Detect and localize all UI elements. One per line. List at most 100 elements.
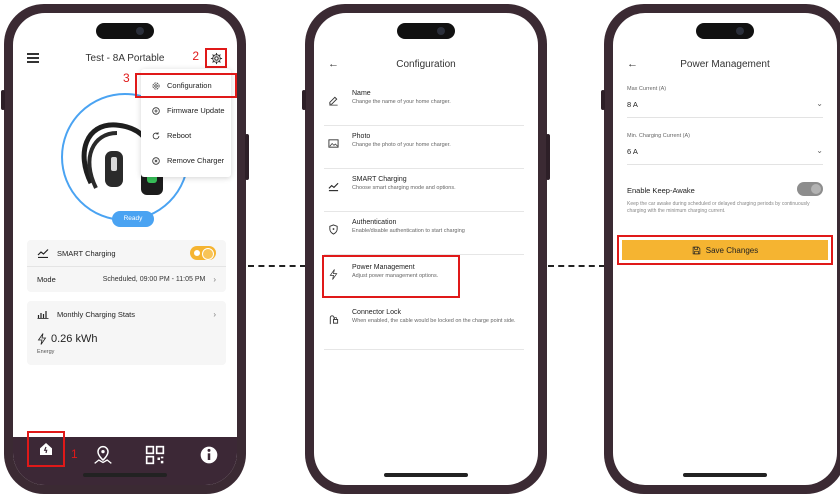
shield-icon xyxy=(329,224,338,235)
home-icon xyxy=(40,443,52,455)
config-item-subtitle: Choose smart charging mode and options. xyxy=(352,185,456,191)
keep-awake-label: Enable Keep-Awake xyxy=(627,186,695,195)
save-changes-button[interactable]: Save Changes xyxy=(622,240,828,260)
min-current-select[interactable]: 6 A ⌄ xyxy=(627,146,823,165)
dynamic-island xyxy=(696,23,754,39)
min-current-field[interactable]: Min. Charging Current (A) 6 A ⌄ xyxy=(627,133,823,165)
step-number-3: 3 xyxy=(123,71,130,85)
home-indicator xyxy=(683,473,767,477)
monthly-stats-row[interactable]: Monthly Charging Stats › xyxy=(27,301,226,327)
config-item-title: Connector Lock xyxy=(352,309,402,316)
config-item-subtitle: Change the photo of your home charger. xyxy=(352,142,451,148)
config-item-smart-charging[interactable]: SMART Charging Choose smart charging mod… xyxy=(324,169,524,212)
mode-value: Scheduled, 09:00 PM - 11:05 PM xyxy=(102,276,206,283)
max-current-select[interactable]: 8 A ⌄ xyxy=(627,99,823,118)
smart-charging-card: SMART Charging Mode Scheduled, 09:00 PM … xyxy=(27,240,226,292)
status-badge: Ready xyxy=(112,211,154,227)
config-item-title: Authentication xyxy=(352,219,397,226)
config-item-connector-lock[interactable]: Connector Lock When enabled, the cable w… xyxy=(324,302,524,350)
lightning-icon xyxy=(37,333,47,345)
page-title: Power Management xyxy=(680,59,770,70)
energy-value-row: 0.26 kWh xyxy=(27,327,226,345)
menu-item-configuration[interactable]: Configuration xyxy=(135,73,237,98)
smart-charging-icon xyxy=(37,249,49,258)
min-current-value: 6 A xyxy=(627,147,638,156)
menu-item-label: Remove Charger xyxy=(167,156,225,165)
config-item-subtitle: Enable/disable authentication to start c… xyxy=(352,228,465,234)
gear-icon xyxy=(152,81,160,90)
connector-line-right xyxy=(548,265,605,267)
min-current-label: Min. Charging Current (A) xyxy=(627,133,690,139)
step-number-2: 2 xyxy=(192,49,199,63)
config-item-name[interactable]: Name Change the name of your home charge… xyxy=(324,83,524,126)
chevron-right-icon: › xyxy=(213,275,216,284)
chevron-down-icon: ⌄ xyxy=(816,146,823,155)
configuration-list: Name Change the name of your home charge… xyxy=(322,83,524,350)
dynamic-island xyxy=(397,23,455,39)
gear-icon xyxy=(210,52,222,64)
smart-charging-toggle[interactable] xyxy=(190,246,216,260)
config-item-power-management[interactable]: Power Management Adjust power management… xyxy=(322,255,460,298)
keep-awake-toggle[interactable] xyxy=(797,182,823,196)
dynamic-island xyxy=(96,23,154,39)
phone-configuration: ← Configuration Name Change the name of … xyxy=(302,4,550,494)
smart-charging-icon xyxy=(328,182,339,192)
connector-line-left xyxy=(248,265,306,267)
max-current-value: 8 A xyxy=(627,100,638,109)
settings-dropdown: Configuration Firmware Update Reboot Rem… xyxy=(135,69,237,177)
chevron-right-icon: › xyxy=(213,309,216,319)
config-item-title: Photo xyxy=(352,133,371,140)
connector-lock-icon xyxy=(329,315,339,325)
mode-row[interactable]: Mode Scheduled, 09:00 PM - 11:05 PM › xyxy=(27,266,226,292)
firmware-icon xyxy=(152,106,160,115)
reboot-icon xyxy=(152,131,160,139)
menu-item-label: Firmware Update xyxy=(167,106,225,115)
configuration-screen: ← Configuration Name Change the name of … xyxy=(314,13,538,485)
monthly-stats-title: Monthly Charging Stats xyxy=(57,309,135,319)
smart-charging-row: SMART Charging xyxy=(27,240,226,266)
page-title: Configuration xyxy=(396,59,456,70)
menu-item-remove-charger[interactable]: Remove Charger xyxy=(141,148,231,173)
home-indicator xyxy=(384,473,468,477)
config-item-subtitle: Adjust power management options. xyxy=(352,273,439,279)
menu-item-label: Reboot xyxy=(167,131,192,140)
config-item-title: Power Management xyxy=(352,264,415,271)
lightning-icon xyxy=(329,269,338,280)
qr-code-icon[interactable] xyxy=(145,445,165,465)
phone-power-management: ← Power Management Max Current (A) 8 A ⌄… xyxy=(601,4,840,494)
power-management-header: ← Power Management xyxy=(613,58,837,74)
charger-title: Test - 8A Portable xyxy=(85,53,165,64)
menu-item-label: Configuration xyxy=(167,81,212,90)
config-item-photo[interactable]: Photo Change the photo of your home char… xyxy=(324,126,524,169)
save-icon xyxy=(692,246,700,254)
settings-button[interactable] xyxy=(205,48,227,68)
nav-home-button[interactable] xyxy=(27,431,65,467)
config-item-authentication[interactable]: Authentication Enable/disable authentica… xyxy=(324,212,524,255)
config-item-subtitle: Change the name of your home charger. xyxy=(352,99,451,105)
home-screen: Test - 8A Portable 2 3 Configuration Fir… xyxy=(13,13,237,485)
energy-label: Energy xyxy=(37,349,55,355)
menu-item-firmware-update[interactable]: Firmware Update xyxy=(141,98,231,123)
max-current-label: Max Current (A) xyxy=(627,86,667,92)
bottom-nav: 1 xyxy=(13,431,237,485)
info-icon[interactable] xyxy=(199,445,219,465)
max-current-field[interactable]: Max Current (A) 8 A ⌄ xyxy=(627,86,823,118)
keep-awake-description: Keep the car awake during scheduled or d… xyxy=(627,201,810,214)
edit-icon xyxy=(329,96,338,106)
configuration-header: ← Configuration xyxy=(314,58,538,74)
menu-item-reboot[interactable]: Reboot xyxy=(141,123,231,148)
remove-icon xyxy=(152,156,160,165)
map-pin-icon[interactable] xyxy=(93,445,113,465)
photo-icon xyxy=(328,139,339,148)
smart-charging-label: SMART Charging xyxy=(57,248,116,258)
save-highlight: Save Changes xyxy=(617,235,833,265)
phone-home: Test - 8A Portable 2 3 Configuration Fir… xyxy=(1,4,249,494)
power-management-screen: ← Power Management Max Current (A) 8 A ⌄… xyxy=(613,13,837,485)
energy-value: 0.26 kWh xyxy=(51,333,98,345)
save-changes-label: Save Changes xyxy=(705,245,759,255)
step-number-1: 1 xyxy=(71,447,78,461)
monthly-stats-card: Monthly Charging Stats › 0.26 kWh Energy xyxy=(27,301,226,365)
chevron-down-icon: ⌄ xyxy=(816,99,823,108)
config-item-title: Name xyxy=(352,90,371,97)
config-item-title: SMART Charging xyxy=(352,176,407,183)
